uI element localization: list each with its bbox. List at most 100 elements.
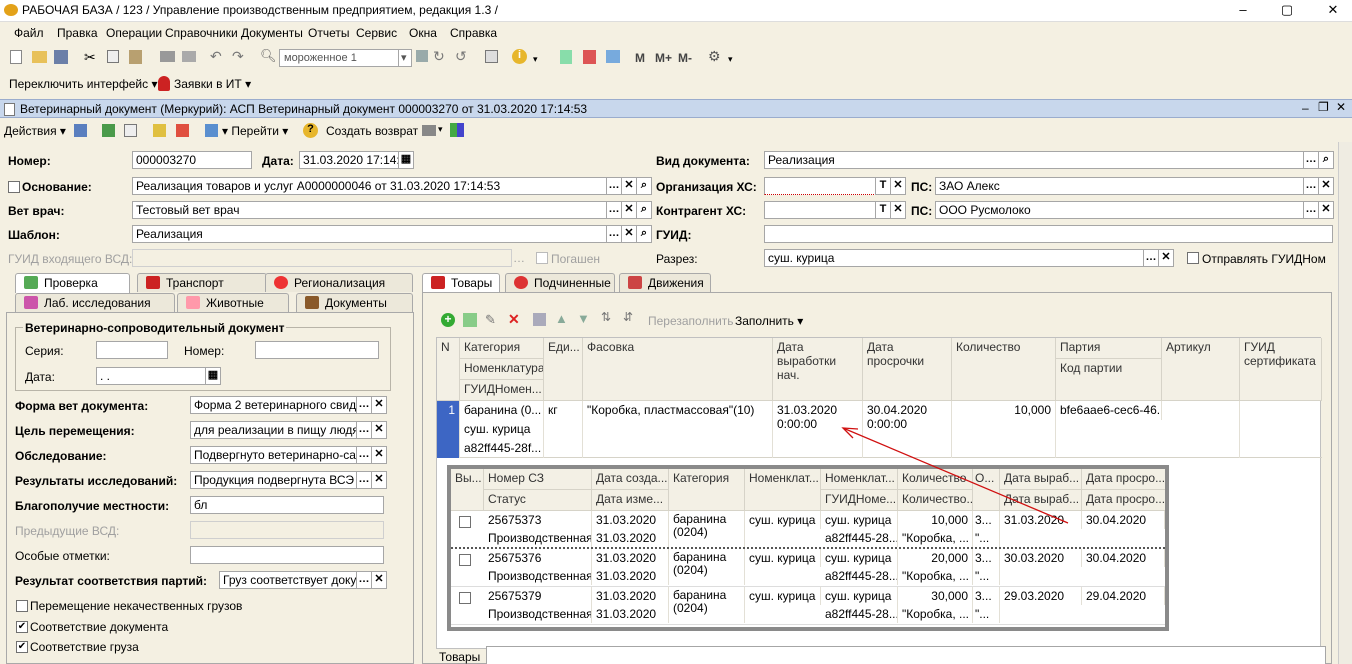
basis-checkbox[interactable] [8, 181, 20, 193]
it-requests-button[interactable]: Заявки в ИТ ▾ [174, 77, 251, 91]
structure-icon[interactable] [450, 123, 464, 137]
switch-interface-button[interactable]: Переключить интерфейс ▾ [9, 77, 157, 91]
doc-restore-icon[interactable]: ❐ [1318, 100, 1329, 114]
col-unit-header[interactable]: Еди... [544, 338, 583, 401]
sub-row-select-checkbox[interactable] [459, 554, 471, 566]
tools-dropdown-icon[interactable]: ▾ [728, 54, 744, 70]
doc-minimize-icon[interactable]: – [1302, 101, 1309, 115]
save-icon[interactable] [54, 50, 68, 64]
close-icon[interactable]: ✕ [1322, 2, 1344, 18]
search-dropdown[interactable]: ▾ [398, 49, 412, 67]
redo-icon[interactable]: ↷ [232, 48, 248, 64]
sub-created-header[interactable]: Дата созда... [592, 469, 669, 490]
col-guid-cert-header[interactable]: ГУИД сертификата [1240, 338, 1322, 401]
ps2-select-button[interactable]: … [1303, 201, 1319, 219]
template-select-button[interactable]: … [606, 225, 622, 243]
add-row-icon[interactable]: + [441, 313, 455, 327]
template-clear-icon[interactable]: ✕ [621, 225, 637, 243]
basis-search-icon[interactable]: ⌕ [636, 177, 652, 195]
batch-match-field[interactable]: Груз соответствует документам [219, 571, 357, 589]
series-field[interactable] [96, 341, 168, 359]
table-row[interactable]: 1 баранина (0... суш. курица a82ff445-28… [437, 401, 1322, 458]
tab-regionalization[interactable]: Регионализация [265, 273, 413, 292]
sub-changed-header[interactable]: Дата изме... [592, 490, 669, 511]
research-select-button[interactable]: … [356, 471, 372, 489]
sub-prod2-header[interactable]: Дата выраб... [1000, 490, 1082, 511]
sub-table-row[interactable]: 25675373 Производственная 31.03.2020 31.03.… [451, 511, 1165, 549]
vet-clear-icon[interactable]: ✕ [621, 201, 637, 219]
col-batch-code-header[interactable]: Код партии [1056, 359, 1162, 401]
sub-nom-header[interactable]: Номенклат... [745, 469, 821, 511]
print-dropdown-icon[interactable]: ▾ [438, 124, 443, 135]
actions-menu[interactable]: Действия ▾ [4, 124, 66, 138]
find-icon[interactable]: ↻ [433, 48, 449, 64]
basis-select-button[interactable]: … [606, 177, 622, 195]
menu-file[interactable]: Файл [14, 26, 44, 40]
sub-o-header[interactable]: О... [973, 469, 1000, 511]
windows-icon[interactable] [485, 50, 498, 63]
sub-select-header[interactable]: Вы... [451, 469, 484, 511]
contr-type-button[interactable]: T [875, 201, 891, 219]
template-field[interactable]: Реализация [132, 225, 607, 243]
contr-field[interactable] [764, 201, 876, 219]
sub-qty-header[interactable]: Количество [898, 469, 973, 490]
maximize-icon[interactable]: ▢ [1276, 2, 1298, 18]
sub-guidnom-header[interactable]: ГУИДНоме... [821, 490, 898, 511]
purpose-clear-icon[interactable]: ✕ [371, 421, 387, 439]
minimize-icon[interactable]: – [1232, 2, 1254, 18]
help-icon[interactable]: ? [303, 123, 318, 138]
purpose-field[interactable]: для реализации в пищу людям [190, 421, 357, 439]
search-input[interactable]: мороженное 1 [279, 49, 399, 67]
paste-icon[interactable] [129, 50, 142, 64]
basis-field[interactable]: Реализация товаров и услуг А0000000046 о… [132, 177, 607, 195]
calculator-icon[interactable] [560, 50, 572, 64]
batch-match-clear-icon[interactable]: ✕ [371, 571, 387, 589]
edit-row-icon[interactable]: ✎ [485, 312, 501, 328]
inspection-select-button[interactable]: … [356, 446, 372, 464]
fill-menu[interactable]: Заполнить ▾ [735, 314, 803, 328]
vet-form-clear-icon[interactable]: ✕ [371, 396, 387, 414]
col-nomenclature-header[interactable]: Номенклатура [460, 359, 544, 380]
move-down-icon[interactable]: ▼ [577, 311, 593, 327]
guid-field[interactable] [764, 225, 1333, 243]
menu-reports[interactable]: Отчеты [308, 26, 349, 40]
window-scrollbar[interactable] [1338, 142, 1352, 664]
menu-catalogs[interactable]: Справочники [165, 26, 238, 40]
vet-select-button[interactable]: … [606, 201, 622, 219]
sub-nomsz-header[interactable]: Номер СЗ [484, 469, 592, 490]
tab-check[interactable]: Проверка [15, 273, 130, 293]
create-return-button[interactable]: Создать возврат [326, 124, 418, 138]
cut-icon[interactable]: ✂ [84, 49, 100, 65]
research-field[interactable]: Продукция подвергнута ВСЭ в полном объем… [190, 471, 357, 489]
menu-documents[interactable]: Документы [241, 26, 303, 40]
menu-service[interactable]: Сервис [356, 26, 397, 40]
col-exp-date-header[interactable]: Дата просрочки [863, 338, 952, 401]
batch-match-select-button[interactable]: … [356, 571, 372, 589]
template-search-icon[interactable]: ⌕ [636, 225, 652, 243]
copy-doc-icon[interactable] [124, 124, 137, 137]
undo-icon[interactable]: ↶ [210, 48, 226, 64]
search-next-icon[interactable] [416, 50, 428, 62]
date-field[interactable]: 31.03.2020 17:14:53 [299, 151, 399, 169]
org-type-button[interactable]: T [875, 177, 891, 195]
tab-goods[interactable]: Товары [422, 273, 500, 293]
tools-icon[interactable]: ⚙ [708, 48, 724, 64]
col-batch-header[interactable]: Партия [1056, 338, 1162, 359]
dropdown-arrow-icon[interactable]: ▾ [533, 54, 549, 70]
sub-table-row[interactable]: 25675379 Производственная 31.03.2020 31.03.… [451, 587, 1165, 625]
vsd-number-field[interactable] [255, 341, 379, 359]
welfare-field[interactable]: бл [190, 496, 384, 514]
col-pack-header[interactable]: Фасовка [583, 338, 773, 401]
end-edit-icon[interactable] [533, 313, 546, 326]
vet-search-icon[interactable]: ⌕ [636, 201, 652, 219]
purpose-select-button[interactable]: … [356, 421, 372, 439]
sub-qty2-header[interactable]: Количество... [898, 490, 973, 511]
ps1-select-button[interactable]: … [1303, 177, 1319, 195]
sort-desc-icon[interactable]: ⇵ [623, 310, 639, 326]
open-folder-icon[interactable] [32, 51, 47, 63]
vet-form-select-button[interactable]: … [356, 396, 372, 414]
org-clear-icon[interactable]: ✕ [890, 177, 906, 195]
vsd-date-calendar-icon[interactable]: ▦ [205, 367, 221, 385]
copy-icon[interactable] [107, 50, 119, 63]
number-field[interactable]: 000003270 [132, 151, 252, 169]
